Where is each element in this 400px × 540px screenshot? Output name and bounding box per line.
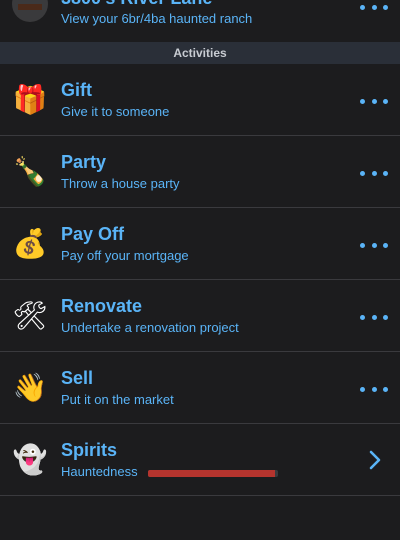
- section-header-activities: Activities: [0, 42, 400, 64]
- chevron-right-icon[interactable]: [368, 450, 382, 470]
- property-title: 3800's River Lane: [61, 0, 212, 9]
- more-options-icon[interactable]: [360, 242, 388, 248]
- activity-row-gift[interactable]: 🎁 Gift Give it to someone: [0, 64, 400, 136]
- activity-title: Sell: [61, 368, 94, 388]
- activity-title: Renovate: [61, 296, 143, 316]
- gift-icon: 🎁: [12, 84, 48, 115]
- activity-row-party[interactable]: 🍾 Party Throw a house party: [0, 136, 400, 208]
- waving-hand-icon: 👋: [12, 372, 48, 403]
- property-subtitle: View your 6br/4ba haunted ranch: [61, 11, 253, 26]
- champagne-icon: 🍾: [12, 156, 48, 187]
- hauntedness-label: Hauntedness: [61, 464, 138, 479]
- tools-icon: 🛠: [12, 300, 48, 331]
- activity-subtitle: Pay off your mortgage: [61, 248, 189, 263]
- hauntedness-bar: [148, 470, 278, 477]
- activity-subtitle: Undertake a renovation project: [61, 320, 239, 335]
- activity-subtitle: Give it to someone: [61, 104, 170, 119]
- activity-title: Party: [61, 152, 107, 172]
- property-row[interactable]: 3800's River Lane View your 6br/4ba haun…: [0, 0, 400, 42]
- more-options-icon[interactable]: [360, 4, 388, 10]
- activity-title: Pay Off: [61, 224, 125, 244]
- spirits-row[interactable]: 👻 Spirits Hauntedness: [0, 424, 400, 496]
- ghost-icon: 👻: [12, 444, 48, 475]
- more-options-icon[interactable]: [360, 98, 388, 104]
- activity-row-sell[interactable]: 👋 Sell Put it on the market: [0, 352, 400, 424]
- activity-subtitle: Put it on the market: [61, 392, 174, 407]
- more-options-icon[interactable]: [360, 386, 388, 392]
- house-avatar: [12, 0, 48, 22]
- spirits-title: Spirits: [61, 440, 118, 460]
- activity-subtitle: Throw a house party: [61, 176, 180, 191]
- hauntedness-bar-fill: [148, 470, 276, 477]
- activity-row-renovate[interactable]: 🛠 Renovate Undertake a renovation projec…: [0, 280, 400, 352]
- more-options-icon[interactable]: [360, 314, 388, 320]
- activity-row-pay-off[interactable]: 💰 Pay Off Pay off your mortgage: [0, 208, 400, 280]
- more-options-icon[interactable]: [360, 170, 388, 176]
- activity-title: Gift: [61, 80, 92, 100]
- money-bag-icon: 💰: [12, 228, 48, 259]
